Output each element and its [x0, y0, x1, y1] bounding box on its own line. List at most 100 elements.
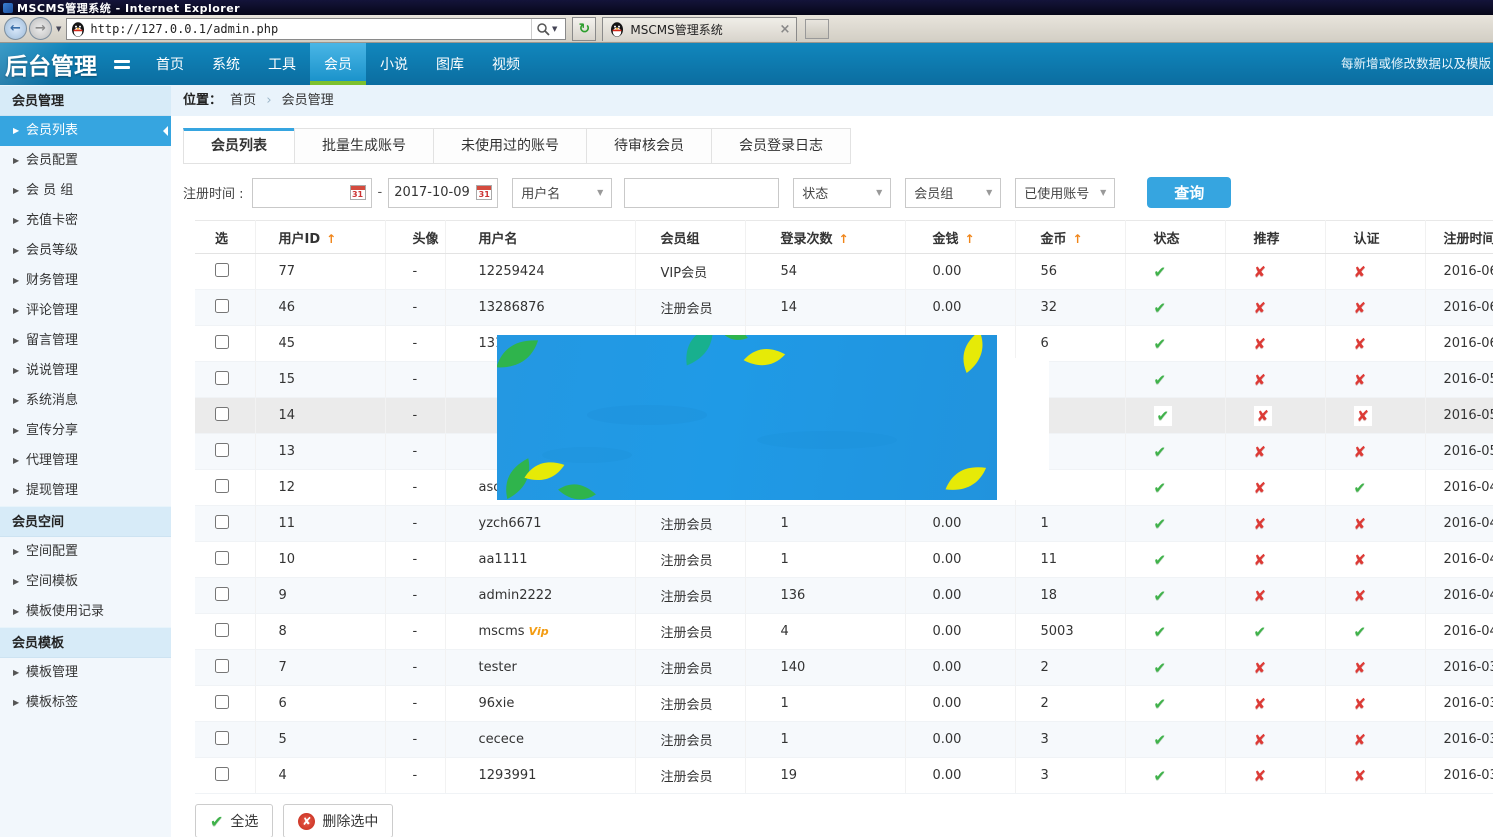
sidebar-item-会 员 组[interactable]: ▶会 员 组	[0, 176, 171, 206]
col-header-登录次数[interactable]: 登录次数↑	[745, 221, 905, 254]
recommend-cross-icon[interactable]: ✘	[1254, 587, 1267, 605]
status-check-icon[interactable]: ✔	[1154, 406, 1173, 426]
verified-cross-icon[interactable]: ✘	[1354, 443, 1367, 461]
verified-cross-icon[interactable]: ✘	[1354, 371, 1367, 389]
calendar-icon[interactable]: 31	[476, 185, 492, 200]
row-checkbox[interactable]	[215, 551, 229, 565]
new-tab-button[interactable]	[805, 19, 829, 39]
tab-批量生成账号[interactable]: 批量生成账号	[294, 128, 434, 164]
recommend-cross-icon[interactable]: ✘	[1254, 551, 1267, 569]
breadcrumb-home-link[interactable]: 首页	[230, 93, 256, 108]
status-check-icon[interactable]: ✔	[1154, 731, 1167, 749]
field-select[interactable]: 用户名▼	[512, 178, 612, 208]
row-checkbox[interactable]	[215, 371, 229, 385]
recommend-cross-icon[interactable]: ✘	[1254, 767, 1267, 785]
sidebar-item-模板标签[interactable]: ▶模板标签	[0, 688, 171, 718]
status-check-icon[interactable]: ✔	[1154, 299, 1167, 317]
sort-asc-icon[interactable]: ↑	[326, 232, 336, 246]
sidebar-item-模板管理[interactable]: ▶模板管理	[0, 658, 171, 688]
status-check-icon[interactable]: ✔	[1154, 623, 1167, 641]
nav-item-图库[interactable]: 图库	[422, 43, 478, 85]
recommend-cross-icon[interactable]: ✘	[1254, 479, 1267, 497]
status-check-icon[interactable]: ✔	[1154, 767, 1167, 785]
tab-待审核会员[interactable]: 待审核会员	[586, 128, 712, 164]
select-all-button[interactable]: ✔ 全选	[195, 804, 273, 837]
status-select[interactable]: 状态▼	[793, 178, 891, 208]
date-to-input[interactable]: 2017-10-09 31	[388, 178, 498, 208]
verified-cross-icon[interactable]: ✘	[1354, 406, 1373, 426]
sidebar-item-宣传分享[interactable]: ▶宣传分享	[0, 416, 171, 446]
sort-asc-icon[interactable]: ↑	[839, 232, 849, 246]
status-check-icon[interactable]: ✔	[1154, 695, 1167, 713]
recommend-cross-icon[interactable]: ✘	[1254, 406, 1273, 426]
verified-check-icon[interactable]: ✔	[1354, 623, 1367, 641]
recommend-cross-icon[interactable]: ✘	[1254, 659, 1267, 677]
tab-会员登录日志[interactable]: 会员登录日志	[711, 128, 851, 164]
col-header-用户ID[interactable]: 用户ID↑	[255, 221, 385, 254]
history-dropdown-icon[interactable]: ▼	[56, 25, 61, 33]
status-check-icon[interactable]: ✔	[1154, 371, 1167, 389]
nav-item-系统[interactable]: 系统	[198, 43, 254, 85]
tab-close-icon[interactable]: ×	[779, 22, 790, 37]
verified-check-icon[interactable]: ✔	[1354, 479, 1367, 497]
status-check-icon[interactable]: ✔	[1154, 659, 1167, 677]
sidebar-item-模板使用记录[interactable]: ▶模板使用记录	[0, 597, 171, 627]
keyword-input[interactable]	[624, 178, 779, 208]
browser-forward-button[interactable]: →	[29, 17, 52, 40]
nav-item-工具[interactable]: 工具	[254, 43, 310, 85]
row-checkbox[interactable]	[215, 767, 229, 781]
verified-cross-icon[interactable]: ✘	[1354, 731, 1367, 749]
search-dropdown-icon[interactable]: ▼	[552, 25, 557, 33]
sidebar-item-充值卡密[interactable]: ▶充值卡密	[0, 206, 171, 236]
search-icon[interactable]	[536, 22, 550, 36]
address-bar[interactable]: http://127.0.0.1/admin.php ▼	[66, 18, 566, 40]
row-checkbox[interactable]	[215, 407, 229, 421]
status-check-icon[interactable]: ✔	[1154, 443, 1167, 461]
row-checkbox[interactable]	[215, 335, 229, 349]
sidebar-item-留言管理[interactable]: ▶留言管理	[0, 326, 171, 356]
verified-cross-icon[interactable]: ✘	[1354, 335, 1367, 353]
sidebar-item-说说管理[interactable]: ▶说说管理	[0, 356, 171, 386]
url-text[interactable]: http://127.0.0.1/admin.php	[90, 22, 531, 36]
menu-toggle-icon[interactable]	[114, 57, 130, 72]
sidebar-item-提现管理[interactable]: ▶提现管理	[0, 476, 171, 506]
date-from-input[interactable]: 31	[252, 178, 372, 208]
verified-cross-icon[interactable]: ✘	[1354, 695, 1367, 713]
sidebar-item-空间配置[interactable]: ▶空间配置	[0, 537, 171, 567]
recommend-cross-icon[interactable]: ✘	[1254, 443, 1267, 461]
recommend-cross-icon[interactable]: ✘	[1254, 335, 1267, 353]
row-checkbox[interactable]	[215, 299, 229, 313]
status-check-icon[interactable]: ✔	[1154, 551, 1167, 569]
col-header-金币[interactable]: 金币↑	[1015, 221, 1125, 254]
row-checkbox[interactable]	[215, 263, 229, 277]
verified-cross-icon[interactable]: ✘	[1354, 659, 1367, 677]
row-checkbox[interactable]	[215, 623, 229, 637]
recommend-cross-icon[interactable]: ✘	[1254, 299, 1267, 317]
verified-cross-icon[interactable]: ✘	[1354, 263, 1367, 281]
recommend-cross-icon[interactable]: ✘	[1254, 371, 1267, 389]
sort-asc-icon[interactable]: ↑	[965, 232, 975, 246]
status-check-icon[interactable]: ✔	[1154, 515, 1167, 533]
row-checkbox[interactable]	[215, 479, 229, 493]
recommend-cross-icon[interactable]: ✘	[1254, 263, 1267, 281]
recommend-check-icon[interactable]: ✔	[1254, 623, 1267, 641]
col-header-金钱[interactable]: 金钱↑	[905, 221, 1015, 254]
row-checkbox[interactable]	[215, 695, 229, 709]
verified-cross-icon[interactable]: ✘	[1354, 515, 1367, 533]
calendar-icon[interactable]: 31	[350, 185, 366, 200]
verified-cross-icon[interactable]: ✘	[1354, 551, 1367, 569]
delete-selected-button[interactable]: ✘ 删除选中	[283, 804, 393, 837]
sidebar-item-评论管理[interactable]: ▶评论管理	[0, 296, 171, 326]
verified-cross-icon[interactable]: ✘	[1354, 767, 1367, 785]
browser-tab[interactable]: MSCMS管理系统 ×	[602, 17, 797, 41]
tab-未使用过的账号[interactable]: 未使用过的账号	[433, 128, 587, 164]
sidebar-item-空间模板[interactable]: ▶空间模板	[0, 567, 171, 597]
group-select[interactable]: 会员组▼	[905, 178, 1001, 208]
verified-cross-icon[interactable]: ✘	[1354, 587, 1367, 605]
nav-item-小说[interactable]: 小说	[366, 43, 422, 85]
recommend-cross-icon[interactable]: ✘	[1254, 695, 1267, 713]
recommend-cross-icon[interactable]: ✘	[1254, 515, 1267, 533]
browser-back-button[interactable]: ←	[4, 17, 27, 40]
nav-item-视频[interactable]: 视频	[478, 43, 534, 85]
sidebar-item-会员等级[interactable]: ▶会员等级	[0, 236, 171, 266]
